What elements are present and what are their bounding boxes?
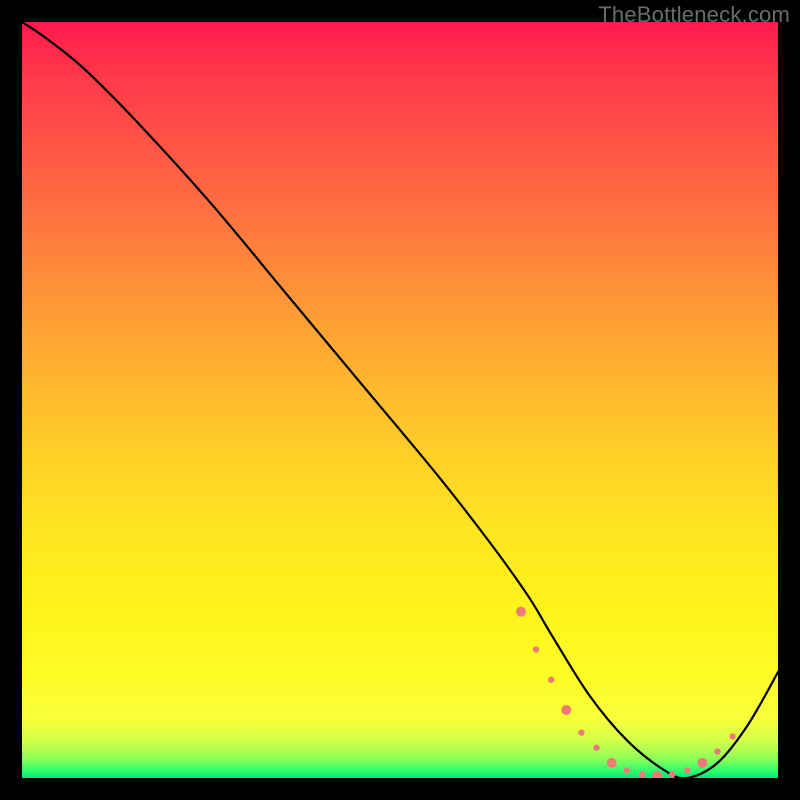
chart-stage: TheBottleneck.com xyxy=(0,0,800,800)
plot-area xyxy=(22,22,778,778)
watermark-text: TheBottleneck.com xyxy=(598,2,790,28)
valley-marker xyxy=(607,758,617,768)
valley-marker xyxy=(669,771,675,777)
valley-marker xyxy=(652,771,662,778)
valley-marker xyxy=(639,771,645,777)
valley-marker xyxy=(624,767,630,773)
valley-marker xyxy=(578,729,584,735)
valley-marker xyxy=(548,677,554,683)
valley-marker xyxy=(697,758,707,768)
valley-marker xyxy=(533,646,539,652)
curve-svg xyxy=(22,22,778,778)
valley-marker xyxy=(714,748,720,754)
valley-marker xyxy=(516,607,526,617)
valley-marker xyxy=(729,733,735,739)
bottleneck-curve xyxy=(22,22,778,778)
valley-marker xyxy=(593,745,599,751)
valley-marker xyxy=(561,705,571,715)
valley-marker xyxy=(684,767,690,773)
